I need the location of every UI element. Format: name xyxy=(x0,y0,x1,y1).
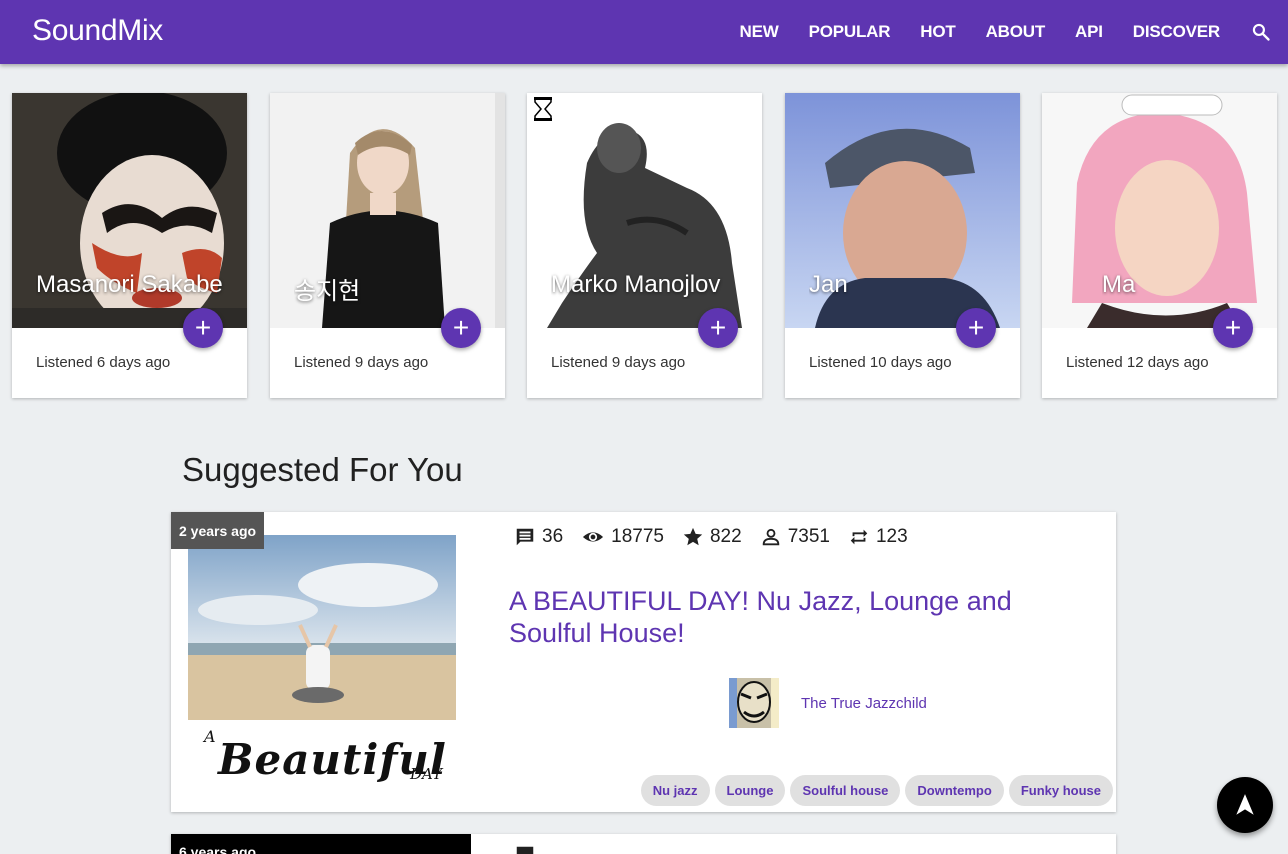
listened-time: Listened 6 days ago xyxy=(36,354,171,371)
recent-user-card[interactable]: Marko Manojlov + Listened 9 days ago xyxy=(527,93,762,398)
add-button[interactable]: + xyxy=(183,308,223,348)
top-app-bar: SoundMix NEW POPULAR HOT ABOUT API DISCO… xyxy=(0,0,1288,64)
nav-discover[interactable]: DISCOVER xyxy=(1133,22,1220,42)
listened-time: Listened 9 days ago xyxy=(294,354,429,371)
mix-card: 2 years ago A Beautiful DAY 36 18775 822… xyxy=(171,512,1116,812)
mix-stats: 36 18775 822 7351 123 xyxy=(514,526,926,548)
repeat-icon xyxy=(850,529,868,545)
nav-new[interactable]: NEW xyxy=(740,22,779,42)
user-name[interactable]: Marko Manojlov xyxy=(551,271,762,299)
comments-stat: 36 xyxy=(514,526,563,548)
nav-popular[interactable]: POPULAR xyxy=(809,22,891,42)
listeners-stat: 7351 xyxy=(760,526,830,548)
add-button[interactable]: + xyxy=(956,308,996,348)
nav-hot[interactable]: HOT xyxy=(920,22,955,42)
add-button[interactable]: + xyxy=(441,308,481,348)
recent-user-card[interactable]: Jan + Listened 10 days ago xyxy=(785,93,1020,398)
user-name[interactable]: Masanori Sakabe xyxy=(36,271,247,299)
favorites-stat: 822 xyxy=(682,526,742,548)
artist-name[interactable]: The True Jazzchild xyxy=(801,695,927,712)
comment-icon xyxy=(516,528,534,546)
comment-icon xyxy=(516,846,534,854)
tag-chip[interactable]: Downtempo xyxy=(905,775,1004,806)
listened-time: Listened 12 days ago xyxy=(1066,354,1209,371)
logo[interactable]: SoundMix xyxy=(32,14,163,48)
mix-title[interactable]: A BEAUTIFUL DAY! Nu Jazz, Lounge and Sou… xyxy=(509,585,1029,649)
favorites-count: 822 xyxy=(709,526,742,547)
nav-about[interactable]: ABOUT xyxy=(986,22,1046,42)
search-icon[interactable] xyxy=(1250,21,1272,43)
navigation-arrow-icon xyxy=(1236,794,1254,815)
user-name[interactable]: Ma xyxy=(1102,271,1288,299)
mix-card: 6 years ago xyxy=(171,834,1116,854)
artist[interactable]: The True Jazzchild xyxy=(729,678,927,728)
age-badge: 2 years ago xyxy=(171,512,265,549)
user-name[interactable]: 송지현 xyxy=(294,271,505,306)
scroll-to-top-button[interactable] xyxy=(1217,777,1273,833)
star-icon xyxy=(683,527,703,546)
listened-time: Listened 9 days ago xyxy=(551,354,686,371)
recent-user-card[interactable]: Ma + Listened 12 days ago xyxy=(1042,93,1277,398)
cover-text-a: A xyxy=(204,727,216,746)
cover-text-day: DAY xyxy=(410,765,443,783)
person-icon xyxy=(762,528,779,546)
artist-avatar[interactable] xyxy=(729,678,779,728)
section-title: Suggested For You xyxy=(182,451,463,488)
listeners-count: 7351 xyxy=(787,526,830,547)
tag-chip[interactable]: Funky house xyxy=(1008,775,1113,806)
eye-icon xyxy=(583,532,604,542)
plays-count: 18775 xyxy=(611,526,664,547)
mix-cover[interactable]: A Beautiful DAY xyxy=(188,535,456,805)
reposts-count: 123 xyxy=(875,526,908,547)
comments-count: 36 xyxy=(542,526,564,547)
tag-chip[interactable]: Lounge xyxy=(714,775,786,806)
mix-stats xyxy=(514,844,536,854)
user-name[interactable]: Jan xyxy=(809,271,1020,299)
tag-chip[interactable]: Nu jazz xyxy=(640,775,710,806)
listened-time: Listened 10 days ago xyxy=(809,354,952,371)
tag-list: Nu jazz Lounge Soulful house Downtempo F… xyxy=(636,775,1113,806)
age-badge: 6 years ago xyxy=(171,834,471,854)
plays-stat: 18775 xyxy=(581,526,664,548)
recent-user-card[interactable]: 송지현 + Listened 9 days ago xyxy=(270,93,505,398)
main-nav: NEW POPULAR HOT ABOUT API DISCOVER xyxy=(740,0,1288,64)
reposts-stat: 123 xyxy=(848,526,908,548)
recent-user-card[interactable]: Masanori Sakabe + Listened 6 days ago xyxy=(12,93,247,398)
nav-api[interactable]: API xyxy=(1075,22,1103,42)
add-button[interactable]: + xyxy=(1213,308,1253,348)
add-button[interactable]: + xyxy=(698,308,738,348)
tag-chip[interactable]: Soulful house xyxy=(790,775,901,806)
